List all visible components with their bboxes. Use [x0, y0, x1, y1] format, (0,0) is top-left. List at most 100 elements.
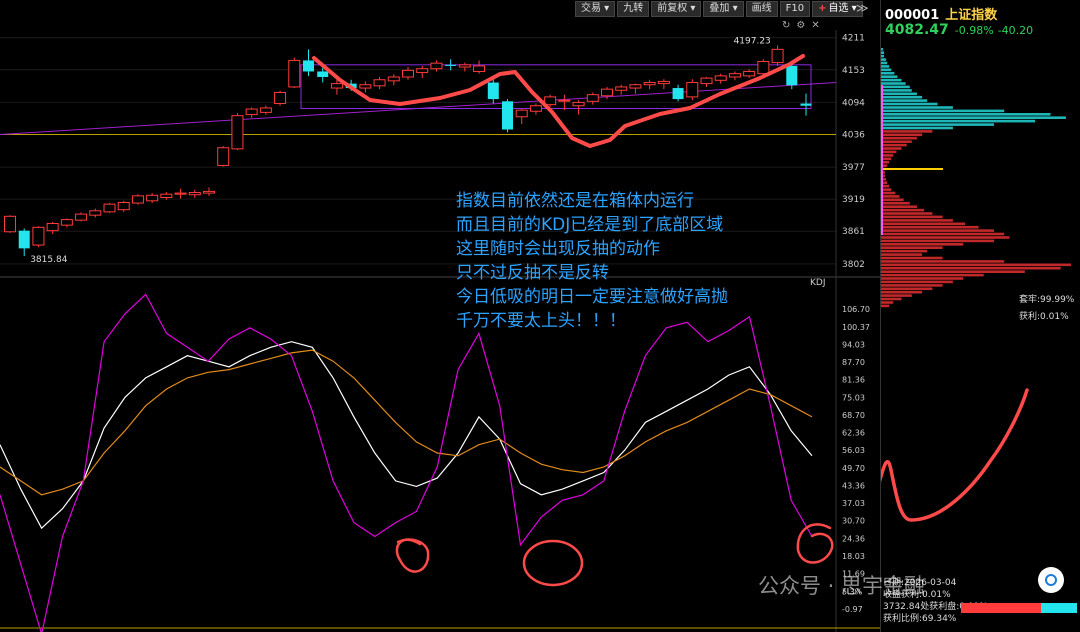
chip-bar [881, 297, 902, 301]
chip-bar [881, 136, 917, 140]
chip-bar [881, 256, 943, 260]
chip-bar [881, 201, 910, 205]
candle-body [771, 48, 784, 64]
chip-bar [881, 143, 907, 147]
profit-ratio: 获利:0.01% [1019, 312, 1069, 322]
kdj-axis-tick: 49.70 [842, 464, 865, 473]
trade-menu-button[interactable]: 交易 ▾ [575, 1, 616, 17]
chip-bar [881, 239, 994, 243]
draw-line-button[interactable]: 画线 [745, 1, 778, 17]
chip-bar [881, 208, 925, 212]
candle-body [515, 109, 528, 118]
kdj-axis-tick: 87.70 [842, 358, 865, 367]
candle-body [303, 60, 314, 72]
kdj-axis-tick: 30.70 [842, 517, 865, 526]
chip-bar [881, 219, 953, 222]
candle-body [203, 190, 215, 194]
candle-body [728, 73, 741, 78]
chip-bar [881, 212, 933, 215]
chip-bar [881, 130, 933, 133]
candle-body [657, 80, 670, 85]
candle-body [373, 79, 386, 87]
chip-bar [881, 301, 894, 304]
chip-bar [881, 266, 1061, 270]
chip-bar [881, 140, 912, 143]
chip-bar [881, 260, 1005, 263]
stock-code: 000001 [885, 8, 940, 23]
chip-bar [881, 246, 943, 249]
candle-body [317, 71, 329, 77]
candle-body [487, 82, 499, 100]
candle-body [89, 210, 102, 216]
kdj-axis-tick: 56.03 [842, 446, 865, 455]
candle-body [672, 88, 684, 100]
chip-bar [881, 290, 923, 294]
chip-bar [881, 229, 994, 232]
price-axis-tick: 4153 [842, 66, 865, 76]
candle-body [473, 65, 486, 72]
chip-bar [881, 95, 923, 99]
kdj-axis-tick: 62.36 [842, 429, 865, 438]
settings-icon[interactable]: ⚙ [796, 20, 805, 31]
profit-bar-cyan [1041, 603, 1077, 613]
chip-bar [881, 92, 917, 96]
chip-bar [881, 191, 896, 195]
chart-canvas: 4211 4153 4094 4036 3977 3919 3861 3802 4197.23 3… [0, 30, 880, 632]
annotation-line: 指数目前依然还是在箱体内运行 [456, 191, 694, 211]
candle-body [288, 59, 301, 88]
candle-body [387, 76, 400, 82]
expand-icon[interactable]: ≫ [856, 1, 869, 15]
candle-body [800, 103, 812, 106]
candle-body [402, 69, 414, 78]
price-axis-tick: 3919 [842, 195, 865, 205]
chip-bar [881, 225, 979, 229]
adjust-menu-button[interactable]: 前复权 ▾ [651, 1, 702, 17]
candle-body [416, 68, 429, 74]
chip-bar [881, 253, 923, 256]
refresh-icon[interactable]: ↻ [782, 20, 790, 31]
candle-body [146, 194, 159, 202]
annotation-line: 千万不要太上头！！！ [456, 311, 626, 331]
candle-body [458, 64, 471, 68]
annotation-line: 这里随时会出现反抽的动作 [456, 239, 660, 259]
candle-body [75, 213, 88, 221]
chip-bar [881, 85, 910, 89]
candle-body [643, 82, 656, 86]
nine-turn-button[interactable]: 九转 [617, 1, 650, 17]
chip-bar [881, 243, 964, 246]
chip-bar [881, 263, 1071, 267]
chip-bar [881, 126, 953, 130]
chip-bar [881, 232, 1005, 236]
marker-circle-2 [522, 539, 584, 587]
candle-body [160, 193, 173, 199]
candle-body [4, 215, 16, 233]
chip-bar [881, 236, 1010, 239]
candle-body [46, 222, 59, 232]
kdj-axis-tick: 68.70 [842, 411, 865, 420]
overlay-menu-button[interactable]: 叠加 ▾ [703, 1, 744, 17]
stock-title: 000001 上证指数 [885, 4, 997, 23]
price-axis-tick: 3802 [842, 260, 865, 270]
kdj-axis-tick: 94.03 [842, 340, 865, 349]
chip-info-profit-ratio: 获利比例:69.34% [883, 614, 957, 624]
kdj-axis-tick: 100.37 [842, 323, 870, 332]
candle-body [558, 99, 571, 102]
candle-body [359, 84, 372, 89]
high-label: 4197.23 [734, 36, 771, 46]
stock-change-pct: -0.98% [954, 24, 994, 37]
chip-bar [881, 89, 912, 92]
kdj-axis-tick: 37.03 [842, 499, 865, 508]
chip-bar [881, 133, 923, 137]
candle-body [274, 91, 287, 105]
close-icon[interactable]: ✕ [811, 20, 819, 31]
kdj-axis-tick: -0.97 [842, 605, 863, 614]
annotation-line: 而且目前的KDJ已经是到了底部区域 [456, 215, 724, 235]
candle-body [700, 77, 713, 85]
low-label: 3815.84 [30, 255, 67, 265]
f10-button[interactable]: F10 [779, 1, 811, 17]
kdj-indicator-label[interactable]: KDJ [810, 278, 826, 288]
kdj-line-d [0, 349, 813, 496]
candle-body [245, 108, 258, 116]
candle-body [529, 105, 542, 112]
marker-sketch [881, 388, 1029, 522]
